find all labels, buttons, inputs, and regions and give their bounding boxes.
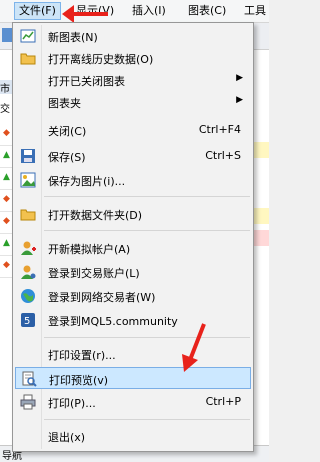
menu-item-new-chart[interactable]: 新图表(N): [15, 25, 251, 47]
submenu-arrow-icon: ▶: [236, 73, 243, 83]
file-menu-dropdown: 新图表(N) 打开离线历史数据(O) 打开已关闭图表 ▶ 图表夹 ▶ 关闭(C)…: [12, 22, 254, 452]
menu-item-label: 打开数据文件夹(D): [48, 209, 143, 222]
menu-item-label: 退出(x): [48, 431, 86, 444]
separator: [44, 419, 250, 420]
chart-area: [252, 50, 269, 450]
menu-item-label: 登录到交易账户(L): [48, 267, 140, 280]
shortcut: Ctrl+S: [205, 149, 241, 162]
separator: [44, 230, 250, 231]
menu-item-login-trade-account[interactable]: 登录到交易账户(L): [15, 261, 251, 283]
menu-insert[interactable]: 插入(I): [128, 3, 170, 19]
web-trader-icon: [20, 288, 36, 304]
menu-file[interactable]: 文件(F): [14, 2, 61, 20]
menu-item-save-as-picture[interactable]: 保存为图片(i)...: [15, 169, 251, 191]
menu-tools[interactable]: 工具: [240, 3, 270, 19]
menu-item-print-setup[interactable]: 打印设置(r)...: [15, 343, 251, 365]
submenu-arrow-icon: ▶: [236, 95, 243, 105]
shortcut: Ctrl+P: [205, 395, 241, 408]
menu-item-label: 图表夹: [48, 97, 81, 110]
menu-item-label: 打开已关闭图表: [48, 75, 125, 88]
menu-item-label: 打印设置(r)...: [48, 349, 116, 362]
menu-item-label: 关闭(C): [48, 125, 87, 138]
new-chart-icon: [20, 28, 36, 44]
menu-item-save[interactable]: 保存(S) Ctrl+S: [15, 145, 251, 167]
menu-item-open-closed-chart[interactable]: 打开已关闭图表 ▶: [15, 69, 251, 91]
separator: [44, 196, 250, 197]
menu-item-login-mql5[interactable]: 5 登录到MQL5.community: [15, 309, 251, 331]
annotation-arrow-icon: [62, 5, 108, 22]
menu-item-label: 开新模拟帐户(A): [48, 243, 131, 256]
annotation-arrow-icon: [182, 323, 206, 372]
svg-text:5: 5: [24, 316, 30, 327]
menu-item-open-data-folder[interactable]: 打开数据文件夹(D): [15, 203, 251, 225]
menu-charts[interactable]: 图表(C): [184, 3, 230, 19]
menu-item-label: 打印预览(v): [49, 374, 109, 387]
shortcut: Ctrl+F4: [198, 123, 241, 136]
toolbar-icon[interactable]: [2, 28, 12, 42]
menu-item-login-web-trader[interactable]: 登录到网络交易者(W): [15, 285, 251, 307]
print-preview-icon: [21, 371, 37, 387]
new-account-icon: [20, 240, 36, 256]
menu-item-open-offline[interactable]: 打开离线历史数据(O): [15, 47, 251, 69]
menu-item-label: 打印(P)...: [48, 397, 96, 410]
folder-icon: [20, 206, 36, 222]
menu-bar: 文件(F) 显示(V) 插入(I) 图表(C) 工具: [0, 0, 269, 23]
separator: [44, 337, 250, 338]
print-icon: [20, 394, 36, 410]
mql5-icon: 5: [20, 312, 36, 328]
menu-item-close[interactable]: 关闭(C) Ctrl+F4: [15, 119, 251, 141]
menu-item-label: 新图表(N): [48, 31, 98, 44]
menu-item-label: 保存为图片(i)...: [48, 175, 126, 188]
menu-item-label: 打开离线历史数据(O): [48, 53, 154, 66]
menu-item-label: 保存(S): [48, 151, 86, 164]
menu-item-label: 登录到网络交易者(W): [48, 291, 156, 304]
open-folder-icon: [20, 50, 36, 66]
menu-item-profiles[interactable]: 图表夹 ▶: [15, 91, 251, 113]
save-icon: [20, 148, 36, 164]
menu-item-new-demo-account[interactable]: 开新模拟帐户(A): [15, 237, 251, 259]
menu-item-label: 登录到MQL5.community: [48, 315, 178, 328]
menu-item-print[interactable]: 打印(P)... Ctrl+P: [15, 391, 251, 413]
login-account-icon: [20, 264, 36, 280]
menu-item-print-preview[interactable]: 打印预览(v): [15, 367, 251, 389]
save-picture-icon: [20, 172, 36, 188]
menu-item-exit[interactable]: 退出(x): [15, 425, 251, 447]
